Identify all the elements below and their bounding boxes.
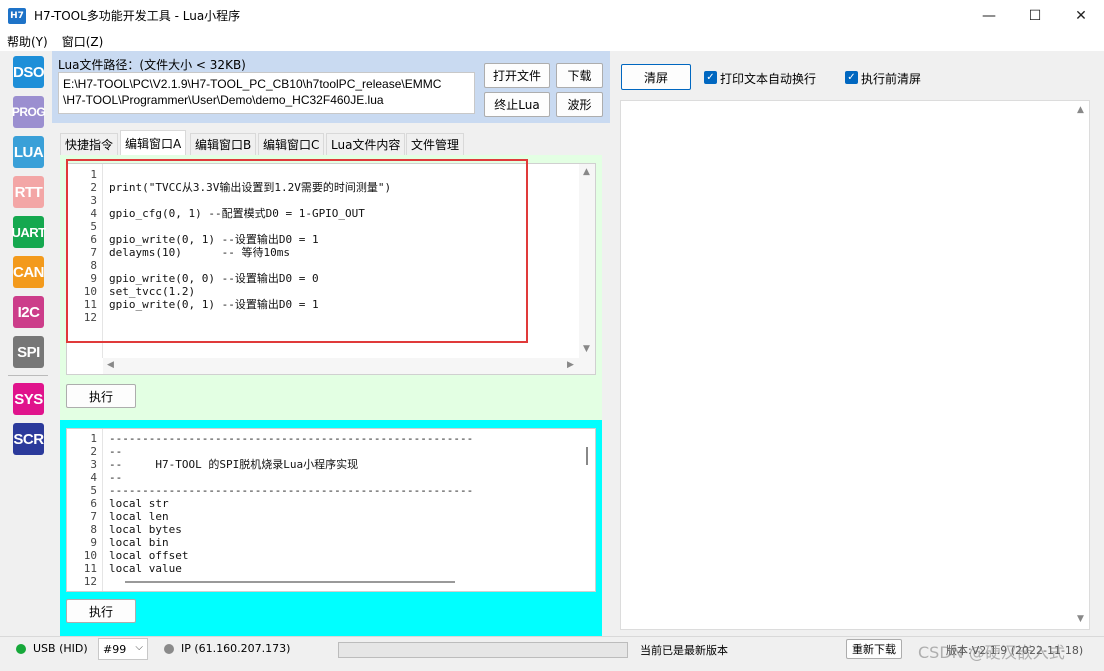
scroll-up-icon[interactable]: ▲ [583,167,590,177]
lua-path-line1: E:\H7-TOOL\PC\V2.1.9\H7-TOOL_PC_CB10\h7t… [63,77,442,91]
close-button[interactable]: ✕ [1058,0,1104,31]
lua-path-label: Lua文件路径：(文件大小 < 32KB) [58,58,246,72]
device-select[interactable]: #99 ⌵ [98,638,148,660]
spi-button[interactable]: SPI [13,336,44,368]
output-vscrollbar[interactable]: ▲ ▼ [1073,101,1089,629]
clear-screen-button[interactable]: 清屏 [621,64,691,90]
tab-strip: 快捷指令 编辑窗口A 编辑窗口B 编辑窗口C Lua文件内容 文件管理 [52,123,610,155]
auto-wrap-label: 打印文本自动换行 [720,72,817,86]
lua-path-field[interactable]: E:\H7-TOOL\PC\V2.1.9\H7-TOOL_PC_CB10\h7t… [58,72,475,114]
usb-status-icon [16,644,26,654]
update-status: 当前已是最新版本 [640,644,728,657]
clear-before-run-label: 执行前清屏 [861,72,922,86]
tab-editor-a[interactable]: 编辑窗口A [120,130,187,155]
rtt-button[interactable]: RTT [13,176,44,208]
run-a-button[interactable]: 执行 [66,384,136,408]
editor-b-line-numbers: 1 2 3 4 5 6 7 8 9 10 11 12 [67,429,103,591]
dso-button[interactable]: DSO [13,56,45,88]
window-title: H7-TOOL多功能开发工具 - Lua小程序 [34,9,241,23]
ip-status-icon [164,644,174,654]
sys-button[interactable]: SYS [13,383,44,415]
download-button[interactable]: 下载 [556,63,603,88]
auto-wrap-checkbox[interactable]: ✓ [704,71,717,84]
editor-b-hscroll-thumb[interactable] [125,581,455,583]
status-bar: USB (HID) #99 ⌵ IP (61.160.207.173) 当前已是… [0,636,1104,671]
prog-button[interactable]: PROG [12,96,46,128]
output-toolbar: 清屏 ✓ 打印文本自动换行 ✓ 执行前清屏 [612,51,1104,99]
redownload-button[interactable]: 重新下载 [846,639,902,659]
tab-lua-file-content[interactable]: Lua文件内容 [326,133,406,155]
scroll-right-icon[interactable]: ▶ [567,360,574,370]
title-bar: H7 H7-TOOL多功能开发工具 - Lua小程序 — ☐ ✕ [0,0,1104,31]
sidebar-divider [8,375,48,376]
scroll-up-icon[interactable]: ▲ [1077,105,1084,115]
menu-window[interactable]: 窗口(Z) [55,33,111,50]
csdn-watermark: CSDN @硬汉嵌入式 [918,643,1065,662]
minimize-button[interactable]: — [966,0,1012,31]
scr-button[interactable]: SCR [13,423,44,455]
editor-b-panel: 1 2 3 4 5 6 7 8 9 10 11 12 -------------… [60,420,602,636]
scroll-thumb[interactable] [586,447,588,465]
stop-lua-button[interactable]: 终止Lua [484,92,550,117]
editor-b-vscrollbar[interactable] [579,429,595,575]
maximize-button[interactable]: ☐ [1012,0,1058,31]
menu-help[interactable]: 帮助(Y) [0,33,55,50]
highlight-box [66,159,528,343]
ip-status: IP (61.160.207.173) [181,642,291,655]
waveform-button[interactable]: 波形 [556,92,603,117]
tab-file-manager[interactable]: 文件管理 [406,133,465,155]
tab-quick-commands[interactable]: 快捷指令 [60,133,119,155]
window-controls: — ☐ ✕ [966,0,1104,31]
module-sidebar: DSO PROG LUA RTT UART CAN I2C SPI SYS SC… [0,51,52,636]
can-button[interactable]: CAN [13,256,45,288]
device-select-value: #99 [103,643,127,656]
progress-bar [338,642,628,658]
app-icon: H7 [8,7,26,24]
lua-file-panel: Lua文件路径：(文件大小 < 32KB) E:\H7-TOOL\PC\V2.1… [52,51,610,123]
menu-bar: 帮助(Y) 窗口(Z) [0,31,1104,51]
editor-b-code[interactable]: ----------------------------------------… [109,429,473,574]
chevron-down-icon: ⌵ [135,642,143,653]
scroll-down-icon[interactable]: ▼ [583,344,590,354]
scroll-left-icon[interactable]: ◀ [107,360,114,370]
uart-button[interactable]: UART [11,216,46,248]
i2c-button[interactable]: I2C [13,296,44,328]
clear-before-run-checkbox[interactable]: ✓ [845,71,858,84]
lua-path-line2: \H7-TOOL\Programmer\User\Demo\demo_HC32F… [63,93,384,107]
editor-a-vscrollbar[interactable]: ▲ ▼ [579,164,595,358]
usb-status: USB (HID) [33,642,88,655]
tab-editor-c[interactable]: 编辑窗口C [258,133,325,155]
open-file-button[interactable]: 打开文件 [484,63,550,88]
lua-button[interactable]: LUA [13,136,44,168]
output-textbox[interactable]: ▲ ▼ [620,100,1090,630]
run-b-button[interactable]: 执行 [66,599,136,623]
editor-b-textbox[interactable]: 1 2 3 4 5 6 7 8 9 10 11 12 -------------… [66,428,596,592]
tab-editor-b[interactable]: 编辑窗口B [190,133,257,155]
scroll-down-icon[interactable]: ▼ [1077,614,1084,624]
editor-a-hscrollbar[interactable]: ◀ ▶ [103,358,595,374]
